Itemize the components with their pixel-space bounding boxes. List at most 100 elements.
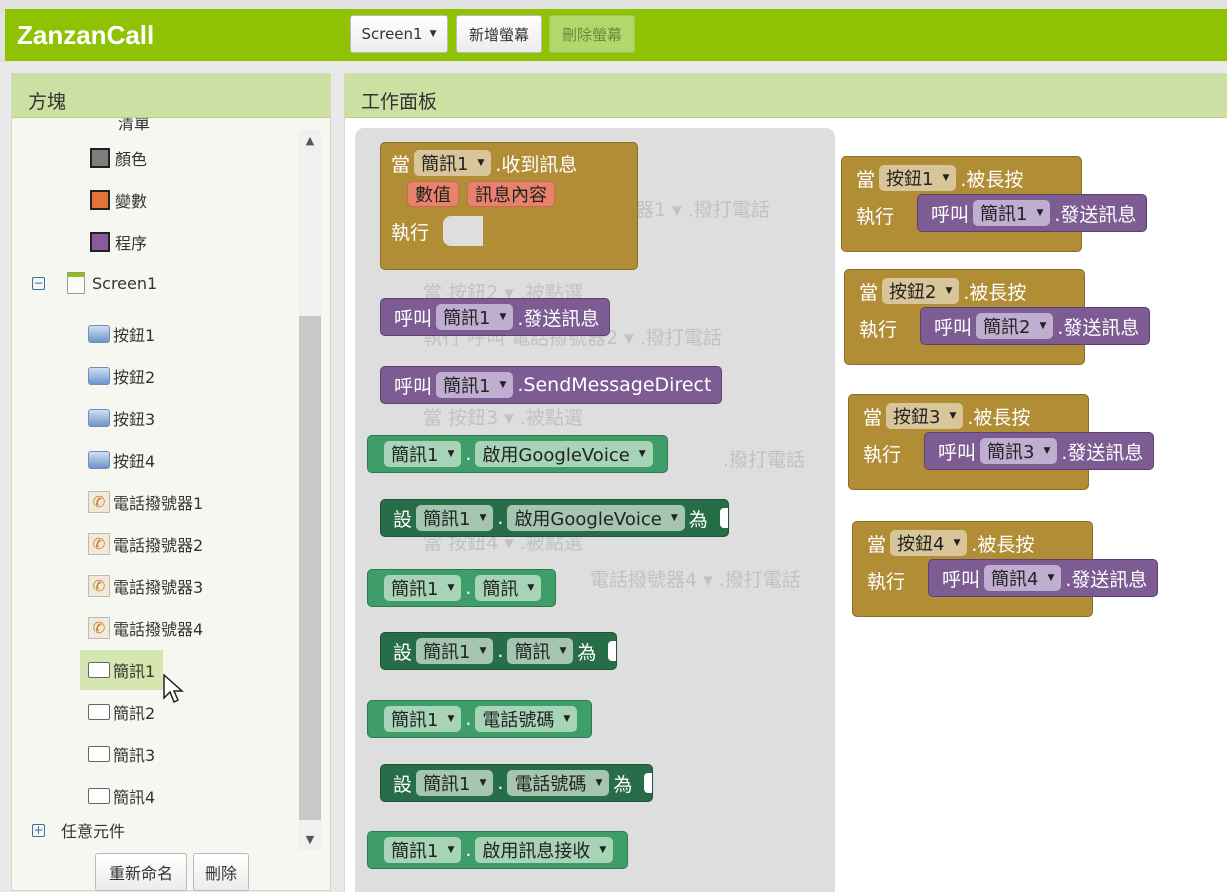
- tree-item-component[interactable]: 按鈕1: [80, 314, 163, 354]
- call-send-message-block[interactable]: 呼叫 簡訊4 ▼ .發送訊息: [928, 559, 1159, 597]
- component-dropdown[interactable]: 簡訊1 ▼: [973, 200, 1051, 226]
- component-dropdown[interactable]: 簡訊2 ▼: [976, 313, 1054, 339]
- component-dropdown[interactable]: 簡訊1 ▼: [416, 505, 494, 531]
- when-message-received-block[interactable]: 當 簡訊1 ▼ .收到訊息 數值 訊息內容 執行: [380, 142, 638, 270]
- tree-item-label: 電話撥號器4: [113, 620, 204, 639]
- set-label: 設: [393, 641, 413, 664]
- remove-screen-button[interactable]: 刪除螢幕: [549, 15, 635, 53]
- dot-label: .: [497, 772, 504, 794]
- set-googlevoice-block[interactable]: 設 簡訊1 ▼ . 啟用GoogleVoice ▼ 為: [380, 499, 729, 537]
- tree-item-label: 程序: [115, 234, 148, 253]
- dot-label: .: [497, 640, 504, 662]
- tree-item-procedures[interactable]: 程序: [90, 230, 147, 254]
- get-googlevoice-block[interactable]: 簡訊1 ▼ . 啟用GoogleVoice ▼: [367, 435, 668, 473]
- procedures-icon: [90, 232, 110, 252]
- tree-item-component[interactable]: 簡訊1: [80, 650, 164, 690]
- call-send-message-block[interactable]: 呼叫 簡訊1 ▼ .發送訊息: [380, 298, 611, 336]
- get-receiving-block[interactable]: 簡訊1 ▼ . 啟用訊息接收 ▼: [367, 831, 629, 869]
- tree-item-label: 顏色: [115, 150, 148, 169]
- dropdown-arrow-icon: ▼: [942, 173, 950, 183]
- tree-item-component[interactable]: ✆ 電話撥號器2: [80, 524, 211, 564]
- dropdown-arrow-icon: ▼: [945, 286, 953, 296]
- call-send-direct-block[interactable]: 呼叫 簡訊1 ▼ .SendMessageDirect: [380, 366, 723, 404]
- tree-item-component[interactable]: 簡訊3: [80, 734, 163, 774]
- method-label: .發送訊息: [1065, 568, 1148, 591]
- component-dropdown[interactable]: 按鈕3 ▼: [886, 403, 964, 429]
- tree-item-any-component[interactable]: + 任意元件: [32, 818, 125, 842]
- collapse-icon[interactable]: −: [32, 276, 45, 290]
- screen-select-button[interactable]: Screen1 ▼: [350, 15, 448, 53]
- tree-item-label: 簡訊4: [113, 788, 156, 807]
- component-dropdown[interactable]: 簡訊1 ▼: [414, 150, 492, 176]
- call-send-message-block[interactable]: 呼叫 簡訊1 ▼ .發送訊息: [917, 194, 1148, 232]
- component-dropdown[interactable]: 簡訊1 ▼: [436, 304, 514, 330]
- tree-item-component[interactable]: 按鈕4: [80, 440, 163, 480]
- add-screen-button[interactable]: 新增螢幕: [456, 15, 542, 53]
- tree-scrollbar[interactable]: ▲ ▼: [299, 130, 321, 850]
- get-phone-block[interactable]: 簡訊1 ▼ . 電話號碼 ▼: [367, 700, 593, 738]
- property-dropdown[interactable]: 啟用訊息接收 ▼: [475, 837, 614, 863]
- tree-item-component[interactable]: ✆ 電話撥號器4: [80, 608, 211, 648]
- property-dropdown[interactable]: 電話號碼 ▼: [507, 770, 610, 796]
- workspace-canvas[interactable]: 呼叫 電話撥號器1 ▾ .撥打電話 當 按鈕2 ▾ .被點選 執行 呼叫 電話撥…: [345, 118, 1227, 892]
- dropdown-arrow-icon: ▼: [479, 513, 487, 523]
- component-dropdown[interactable]: 簡訊3 ▼: [980, 438, 1058, 464]
- property-dropdown[interactable]: 簡訊 ▼: [507, 638, 574, 664]
- tree-item-component[interactable]: ✆ 電話撥號器1: [80, 482, 211, 522]
- component-dropdown[interactable]: 簡訊1 ▼: [384, 837, 462, 863]
- method-label: .發送訊息: [1054, 203, 1137, 226]
- tree-item-component[interactable]: ✆ 電話撥號器3: [80, 566, 211, 606]
- component-dropdown[interactable]: 簡訊1 ▼: [436, 372, 514, 398]
- scroll-down-icon[interactable]: ▼: [299, 833, 321, 846]
- call-send-message-block[interactable]: 呼叫 簡訊2 ▼ .發送訊息: [920, 307, 1151, 345]
- app-title: ZanzanCall: [17, 20, 155, 50]
- tree-item-variables[interactable]: 變數: [90, 188, 147, 212]
- tree-item-color[interactable]: 顏色: [90, 146, 147, 170]
- phone-icon: ✆: [88, 617, 110, 639]
- component-dropdown[interactable]: 簡訊1 ▼: [416, 638, 494, 664]
- param-message[interactable]: 訊息內容: [467, 181, 555, 207]
- property-dropdown[interactable]: 簡訊 ▼: [475, 575, 542, 601]
- delete-button[interactable]: 刪除: [193, 853, 249, 891]
- scroll-thumb[interactable]: [299, 316, 321, 820]
- value-socket: [644, 773, 653, 793]
- component-dropdown[interactable]: 簡訊4 ▼: [984, 565, 1062, 591]
- set-message-block[interactable]: 設 簡訊1 ▼ . 簡訊 ▼ 為: [380, 632, 618, 670]
- method-label: .發送訊息: [1057, 316, 1140, 339]
- component-dropdown[interactable]: 按鈕1 ▼: [879, 165, 957, 191]
- tree-item-component[interactable]: 按鈕3: [80, 398, 163, 438]
- component-dropdown[interactable]: 按鈕2 ▼: [882, 278, 960, 304]
- property-dropdown[interactable]: 啟用GoogleVoice ▼: [507, 505, 685, 531]
- do-label: 執行: [867, 570, 906, 593]
- component-dropdown[interactable]: 簡訊1 ▼: [416, 770, 494, 796]
- tree-item-screen1[interactable]: − Screen1: [32, 272, 157, 294]
- do-label: 執行: [391, 221, 430, 244]
- when-label: 當: [856, 168, 876, 191]
- property-dropdown[interactable]: 啟用GoogleVoice ▼: [475, 441, 653, 467]
- tree-item-component[interactable]: 簡訊2: [80, 692, 163, 732]
- method-label: .發送訊息: [1061, 441, 1144, 464]
- to-label: 為: [688, 508, 708, 531]
- component-dropdown[interactable]: 簡訊1 ▼: [384, 575, 462, 601]
- component-dropdown[interactable]: 按鈕4 ▼: [890, 530, 968, 556]
- tree-item-list-partial[interactable]: 清單: [90, 118, 150, 134]
- tree-item-component[interactable]: 簡訊4: [80, 776, 163, 816]
- when-label: 當: [867, 533, 887, 556]
- component-dropdown[interactable]: 簡訊1 ▼: [384, 441, 462, 467]
- scroll-up-icon[interactable]: ▲: [299, 134, 321, 147]
- call-label: 呼叫: [931, 203, 970, 226]
- tree-item-component[interactable]: 按鈕2: [80, 356, 163, 396]
- dropdown-arrow-icon: ▼: [949, 411, 957, 421]
- sms-icon: [88, 746, 110, 762]
- component-dropdown[interactable]: 簡訊1 ▼: [384, 706, 462, 732]
- property-dropdown[interactable]: 電話號碼 ▼: [475, 706, 578, 732]
- param-number[interactable]: 數值: [407, 181, 459, 207]
- tree-item-label: 按鈕3: [113, 410, 156, 429]
- call-label: 呼叫: [394, 375, 433, 398]
- rename-button[interactable]: 重新命名: [95, 853, 187, 891]
- set-phone-block[interactable]: 設 簡訊1 ▼ . 電話號碼 ▼ 為: [380, 764, 654, 802]
- get-message-block[interactable]: 簡訊1 ▼ . 簡訊 ▼: [367, 569, 557, 607]
- call-send-message-block[interactable]: 呼叫 簡訊3 ▼ .發送訊息: [924, 432, 1155, 470]
- expand-icon[interactable]: +: [32, 823, 45, 837]
- value-socket: [608, 641, 617, 661]
